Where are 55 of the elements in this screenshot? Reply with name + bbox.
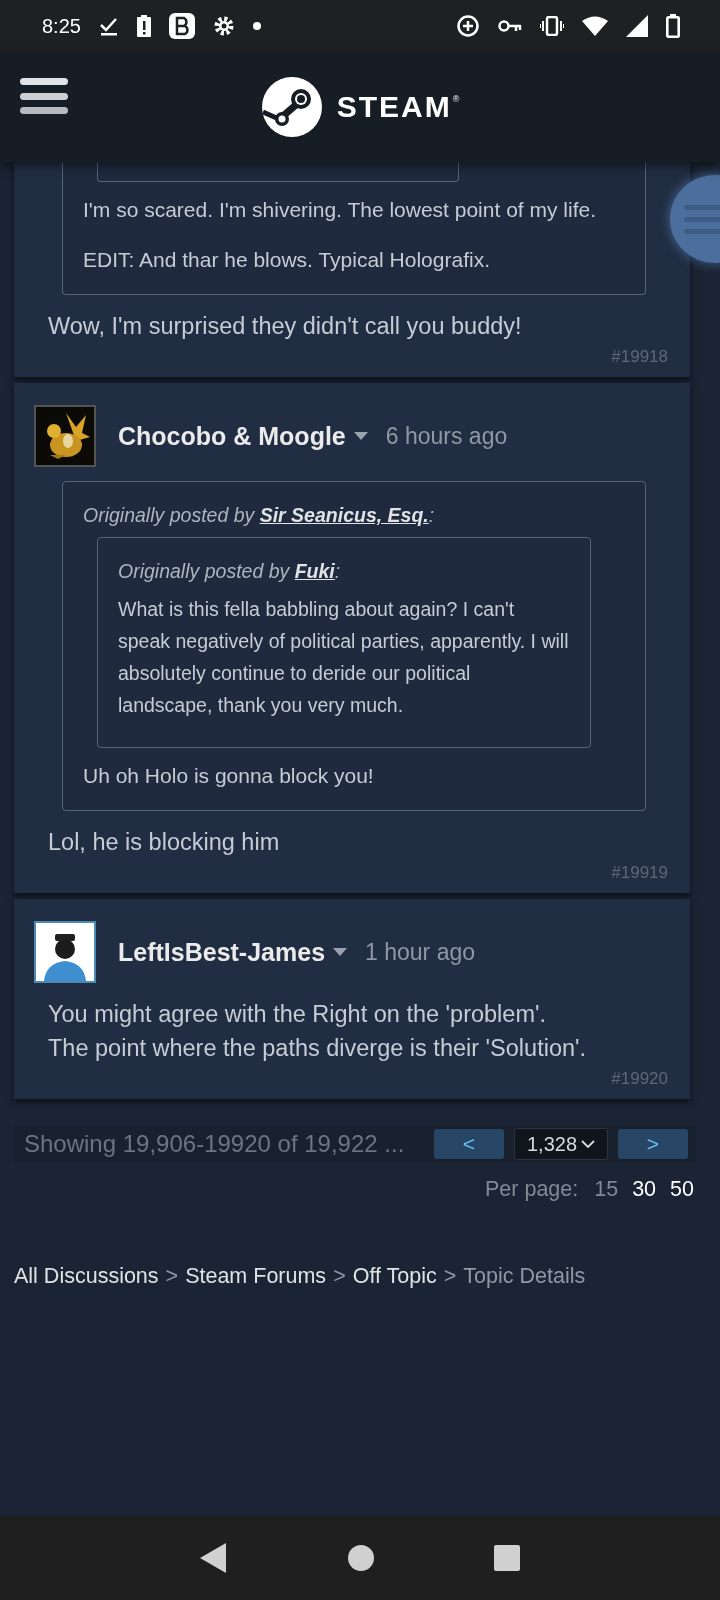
author-link[interactable]: Sir Seanicus, Esq. [259,504,429,526]
battery-icon [666,14,680,38]
post-time: 1 hour ago [365,938,475,966]
menu-button[interactable] [20,76,68,116]
battery-alert-icon [136,15,151,37]
quote-text: Uh oh Holo is gonna block you! [83,763,375,789]
clock: 8:25 [42,14,81,38]
breadcrumb-link[interactable]: Steam Forums [185,1264,327,1289]
b-app-icon [168,13,195,39]
quote-attribution: Originally posted by Sir Seanicus, Esq.: [83,504,436,527]
post-text: Wow, I'm surprised they didn't call you buddy! [48,312,523,341]
post-text: You might agree with the Right on the 'problem'. [48,1000,547,1029]
path-separator: > [333,1264,346,1289]
current-page-title: Topic Details [463,1264,586,1289]
check-icon [98,16,119,36]
steam-logo-icon [260,76,323,138]
author-name[interactable]: Chocobo & Moogle [118,421,346,451]
vibrate-icon [540,16,564,36]
signal-icon [626,15,648,37]
per-page-option[interactable]: 15 [594,1177,619,1202]
path-separator: > [443,1264,457,1289]
logo-text: STEAM [336,90,452,124]
page-select[interactable]: 1,328 [514,1128,608,1160]
home-icon[interactable] [348,1545,374,1571]
post-number: #19919 [610,863,668,883]
next-page-button[interactable]: > [618,1129,688,1159]
previous-page-button[interactable]: < [434,1129,504,1159]
author-link[interactable]: Fuki [294,560,335,582]
caret-icon[interactable] [353,432,368,440]
wifi-icon [582,16,608,36]
post-time: 6 hours ago [385,422,508,450]
quote-text: What is this fella babbling about again? I can't speak negatively of political parties, apparently. I will absolutely continue to deride our political landscape, thank you very much. [118,597,570,718]
caret-icon[interactable] [333,948,348,956]
quote-text: I'm so scared. I'm shivering. The lowest point of my life. [83,197,597,223]
quote-text: EDIT: And thar he blows. Typical Holografix. [83,247,491,273]
settings-icon [212,15,235,37]
path-separator: > [165,1264,179,1289]
breadcrumb-link[interactable]: All Discussions [14,1264,159,1289]
data-saver-icon [456,14,480,38]
author-name[interactable]: LeftIsBest-James [118,937,326,967]
breadcrumb-link[interactable]: Off Topic [352,1264,437,1289]
post-number: #19920 [610,1069,668,1089]
per-page-label: Per page: [485,1177,579,1202]
results-summary: Showing 19,906-19920 of 19,922 ... [24,1130,406,1158]
per-page-option[interactable]: 30 [632,1177,657,1202]
post-text: Lol, he is blocking him [48,828,281,857]
back-icon[interactable] [200,1543,228,1573]
chevron-down-icon [581,1140,596,1148]
post-text: The point where the paths diverge is their 'Solution'. [48,1034,588,1063]
dot-icon [252,22,261,30]
registered-mark: ® [452,94,460,104]
quote-attribution: Originally posted by Fuki: [118,560,342,583]
post-number: #19918 [610,347,668,367]
per-page-option[interactable]: 50 [670,1177,694,1202]
key-icon [498,19,522,33]
